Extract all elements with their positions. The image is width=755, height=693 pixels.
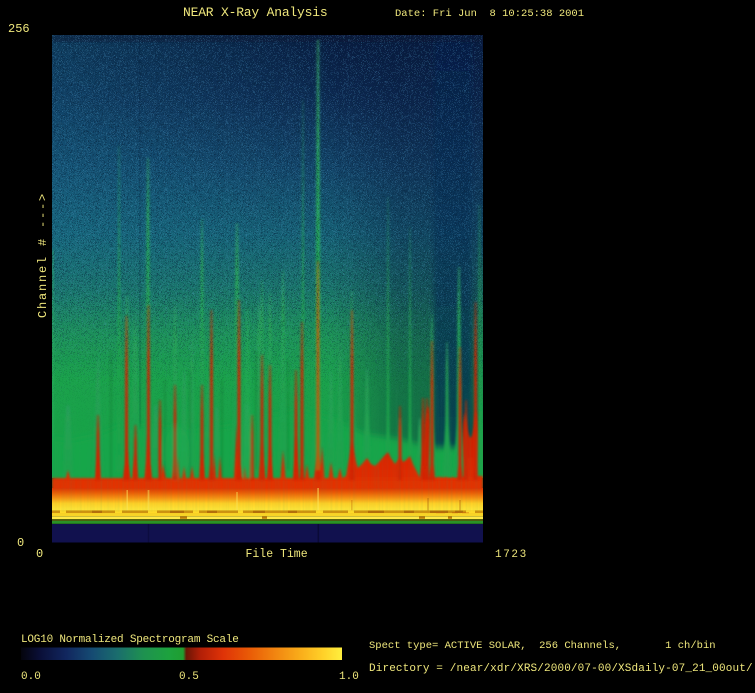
svg-text:File Time: File Time [246, 548, 308, 561]
svg-text:Spect type= ACTIVE SOLAR, 256: Spect type= ACTIVE SOLAR, 256 Channels, … [369, 640, 716, 652]
svg-text:0: 0 [17, 536, 24, 550]
svg-text:1.0: 1.0 [339, 671, 359, 683]
svg-text:NEAR X-Ray Analysis: NEAR X-Ray Analysis [183, 5, 327, 20]
svg-text:Channel # --->: Channel # ---> [36, 192, 50, 318]
svg-text:256: 256 [8, 22, 30, 36]
svg-text:1723: 1723 [495, 549, 528, 561]
svg-text:0.0: 0.0 [21, 671, 41, 683]
svg-text:0.5: 0.5 [179, 671, 199, 683]
svg-text:0: 0 [36, 547, 43, 561]
svg-text:LOG10 Normalized Spectrogram S: LOG10 Normalized Spectrogram Scale [21, 634, 239, 646]
svg-text:Date: Fri Jun 8 10:25:38 2001: Date: Fri Jun 8 10:25:38 2001 [395, 8, 584, 20]
svg-text:Directory = /near/xdr/XRS/2000: Directory = /near/xdr/XRS/2000/07-00/XSd… [369, 663, 753, 675]
